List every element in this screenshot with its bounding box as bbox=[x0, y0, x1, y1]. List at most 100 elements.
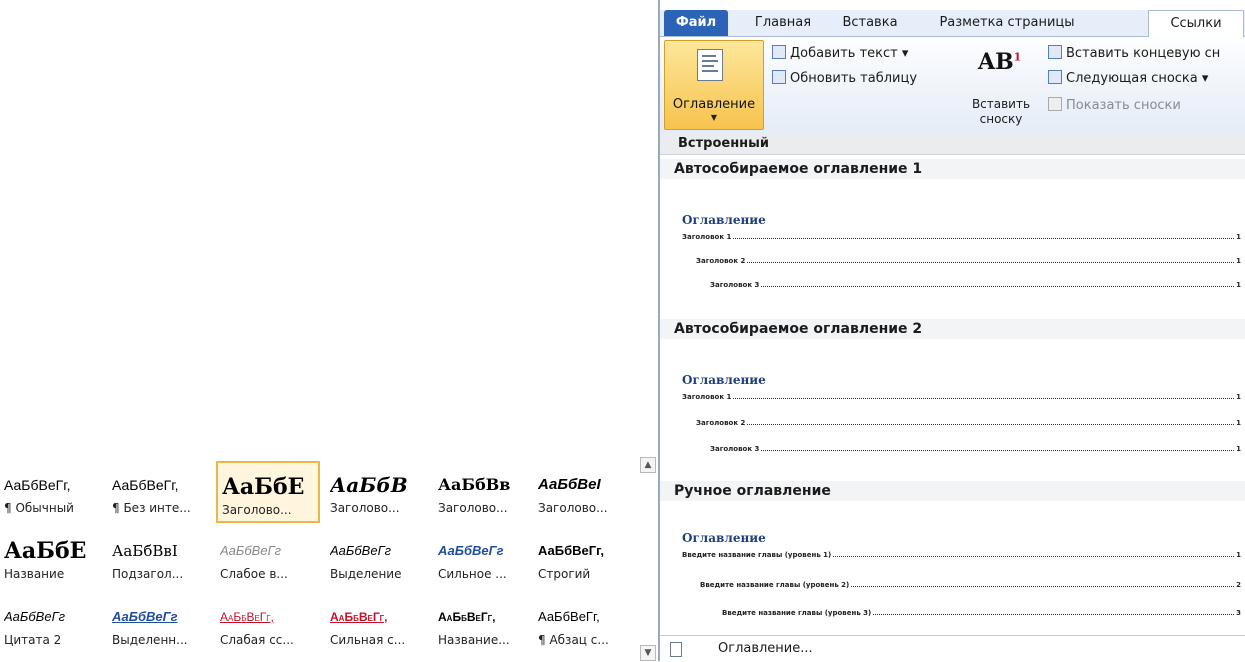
toc-option-title[interactable]: Ручное оглавление bbox=[660, 481, 1245, 501]
style-subtle-emphasis[interactable]: АаБбВеГг Слабое в... bbox=[216, 527, 320, 589]
toc-preview-line: Введите название главы (уровень 1) 1 bbox=[682, 551, 1241, 559]
style-strong[interactable]: АаБбВеГг, Строгий bbox=[534, 527, 638, 589]
style-label: Слабая сс... bbox=[220, 633, 294, 647]
style-label: ¶ Абзац с... bbox=[538, 633, 609, 647]
style-label: Название... bbox=[438, 633, 510, 647]
style-label: Заголово... bbox=[222, 503, 292, 517]
show-notes-label: Показать сноски bbox=[1066, 98, 1181, 113]
insert-footnote-button[interactable]: Вставить сноску bbox=[966, 97, 1036, 127]
style-sample: АаБбВеГг, bbox=[438, 610, 496, 624]
chevron-down-icon: ▼ bbox=[710, 113, 718, 122]
style-heading-4[interactable]: АаБбВеІ Заголово... bbox=[534, 461, 638, 523]
document-icon bbox=[670, 642, 682, 657]
style-label: Строгий bbox=[538, 567, 591, 581]
update-table-button[interactable]: Обновить таблицу bbox=[772, 70, 917, 86]
tab-references[interactable]: Ссылки bbox=[1148, 10, 1244, 38]
toc-option-title[interactable]: Автособираемое оглавление 2 bbox=[660, 319, 1245, 339]
insert-footnote-label-1: Вставить bbox=[971, 97, 1031, 111]
toc-preview-title: Оглавление bbox=[682, 531, 766, 545]
next-footnote-icon bbox=[1048, 70, 1062, 84]
toc-preview-line: Заголовок 11 bbox=[682, 233, 1241, 241]
style-subtitle[interactable]: АаБбВвІ Подзагол... bbox=[108, 527, 212, 589]
style-normal[interactable]: АаБбВеГг, ¶ Обычный bbox=[0, 461, 104, 523]
toc-icon bbox=[697, 49, 723, 81]
style-emphasis[interactable]: АаБбВеГг Выделение bbox=[326, 527, 430, 589]
add-text-button[interactable]: Добавить текст ▾ bbox=[772, 45, 908, 61]
style-sample: АаБбЕ bbox=[222, 474, 305, 500]
style-sample: АаБбВеГг, bbox=[220, 610, 274, 624]
style-sample: АаБбВеГг bbox=[330, 543, 392, 558]
style-sample: АаБбВеГг, bbox=[112, 477, 179, 493]
style-heading-1[interactable]: АаБбЕ Заголово... bbox=[216, 461, 320, 523]
toc-preview-line: Заголовок 21 bbox=[696, 257, 1241, 265]
style-sample: АаБбВеГг, bbox=[330, 610, 388, 624]
style-book-title[interactable]: АаБбВеГг, Название... bbox=[434, 593, 538, 655]
style-label: Выделенн... bbox=[112, 633, 188, 647]
style-subtle-reference[interactable]: АаБбВеГг, Слабая сс... bbox=[216, 593, 320, 655]
style-intense-quote[interactable]: АаБбВеГг Выделенн... bbox=[108, 593, 212, 655]
tab-page-layout[interactable]: Разметка страницы bbox=[922, 10, 1092, 36]
tab-file[interactable]: Файл bbox=[664, 10, 728, 36]
toc-button-label: Оглавление bbox=[672, 97, 756, 112]
style-sample: АаБбВеГг bbox=[4, 609, 66, 624]
insert-endnote-icon bbox=[1048, 45, 1062, 59]
toc-preview-title: Оглавление bbox=[682, 373, 766, 387]
toc-preview-title: Оглавление bbox=[682, 213, 766, 227]
add-text-icon bbox=[772, 45, 786, 59]
custom-toc-menu-item[interactable]: Оглавление... bbox=[660, 635, 1245, 662]
style-label: Заголово... bbox=[330, 501, 400, 515]
gallery-scrollbar[interactable]: ▲ ▼ bbox=[640, 457, 656, 661]
add-text-label: Добавить текст ▾ bbox=[790, 46, 909, 61]
toc-preview-line: Заголовок 11 bbox=[682, 393, 1241, 401]
toc-option-title[interactable]: Автособираемое оглавление 1 bbox=[660, 159, 1245, 179]
scroll-down-icon[interactable]: ▼ bbox=[640, 645, 656, 661]
style-label: ¶ Без инте... bbox=[112, 501, 191, 515]
show-notes-button[interactable]: Показать сноски bbox=[1048, 97, 1181, 113]
ribbon-panel: Файл Главная Вставка Разметка страницы С… bbox=[658, 0, 1245, 662]
toc-preview-line: Введите название главы (уровень 2) 2 bbox=[700, 581, 1241, 589]
style-label: ¶ Обычный bbox=[4, 501, 74, 515]
toc-preview-line: Заголовок 31 bbox=[710, 445, 1241, 453]
custom-toc-label: Оглавление... bbox=[718, 641, 813, 656]
style-label: Заголово... bbox=[538, 501, 608, 515]
style-sample: АаБбВеГг, bbox=[4, 477, 71, 493]
tab-home[interactable]: Главная bbox=[746, 10, 820, 36]
style-label: Название bbox=[4, 567, 65, 581]
style-label: Выделение bbox=[330, 567, 402, 581]
style-label: Подзагол... bbox=[112, 567, 184, 581]
update-table-icon bbox=[772, 70, 786, 84]
insert-footnote-label-2: сноску bbox=[979, 112, 1023, 126]
tab-insert[interactable]: Вставка bbox=[830, 10, 910, 36]
style-heading-2[interactable]: АаБбВ Заголово... bbox=[326, 461, 430, 523]
style-intense-emphasis[interactable]: АаБбВеГг Сильное ... bbox=[434, 527, 538, 589]
style-heading-3[interactable]: АаБбВв Заголово... bbox=[434, 461, 538, 523]
style-label: Сильная с... bbox=[330, 633, 406, 647]
toc-preview-line: Заголовок 21 bbox=[696, 419, 1241, 427]
toc-button[interactable]: Оглавление ▼ bbox=[664, 40, 764, 130]
style-sample: АаБбВв bbox=[438, 475, 511, 494]
show-notes-icon bbox=[1048, 97, 1062, 111]
style-sample: АаБбВеІ bbox=[538, 476, 601, 493]
style-list-paragraph[interactable]: АаБбВеГг, ¶ Абзац с... bbox=[534, 593, 638, 655]
insert-footnote-icon[interactable]: AB1 bbox=[978, 49, 1021, 75]
style-sample: АаБбВеГг bbox=[220, 543, 282, 558]
next-footnote-button[interactable]: Следующая сноска ▾ bbox=[1048, 70, 1208, 86]
toc-preview-line: Заголовок 31 bbox=[710, 281, 1241, 289]
insert-endnote-button[interactable]: Вставить концевую сн bbox=[1048, 45, 1220, 61]
styles-gallery: АаБбВеГг, ¶ Обычный АаБбВеГг, ¶ Без инте… bbox=[0, 457, 660, 661]
style-label: Заголово... bbox=[438, 501, 508, 515]
next-footnote-label: Следующая сноска ▾ bbox=[1066, 71, 1209, 86]
style-sample: АаБбВеГг bbox=[438, 543, 504, 558]
style-sample: АаБбВвІ bbox=[112, 542, 178, 560]
style-quote[interactable]: АаБбВеГг Цитата 2 bbox=[0, 593, 104, 655]
style-sample: АаБбВ bbox=[330, 473, 408, 497]
style-intense-reference[interactable]: АаБбВеГг, Сильная с... bbox=[326, 593, 430, 655]
insert-endnote-label: Вставить концевую сн bbox=[1066, 46, 1221, 61]
style-sample: АаБбВеГг bbox=[112, 609, 178, 624]
ribbon-commands: Оглавление ▼ Добавить текст ▾ Обновить т… bbox=[660, 37, 1245, 134]
style-no-spacing[interactable]: АаБбВеГг, ¶ Без инте... bbox=[108, 461, 212, 523]
style-label: Цитата 2 bbox=[4, 633, 62, 647]
style-label: Слабое в... bbox=[220, 567, 288, 581]
scroll-up-icon[interactable]: ▲ bbox=[640, 457, 656, 473]
style-title[interactable]: АаБбЕ Название bbox=[0, 527, 104, 589]
